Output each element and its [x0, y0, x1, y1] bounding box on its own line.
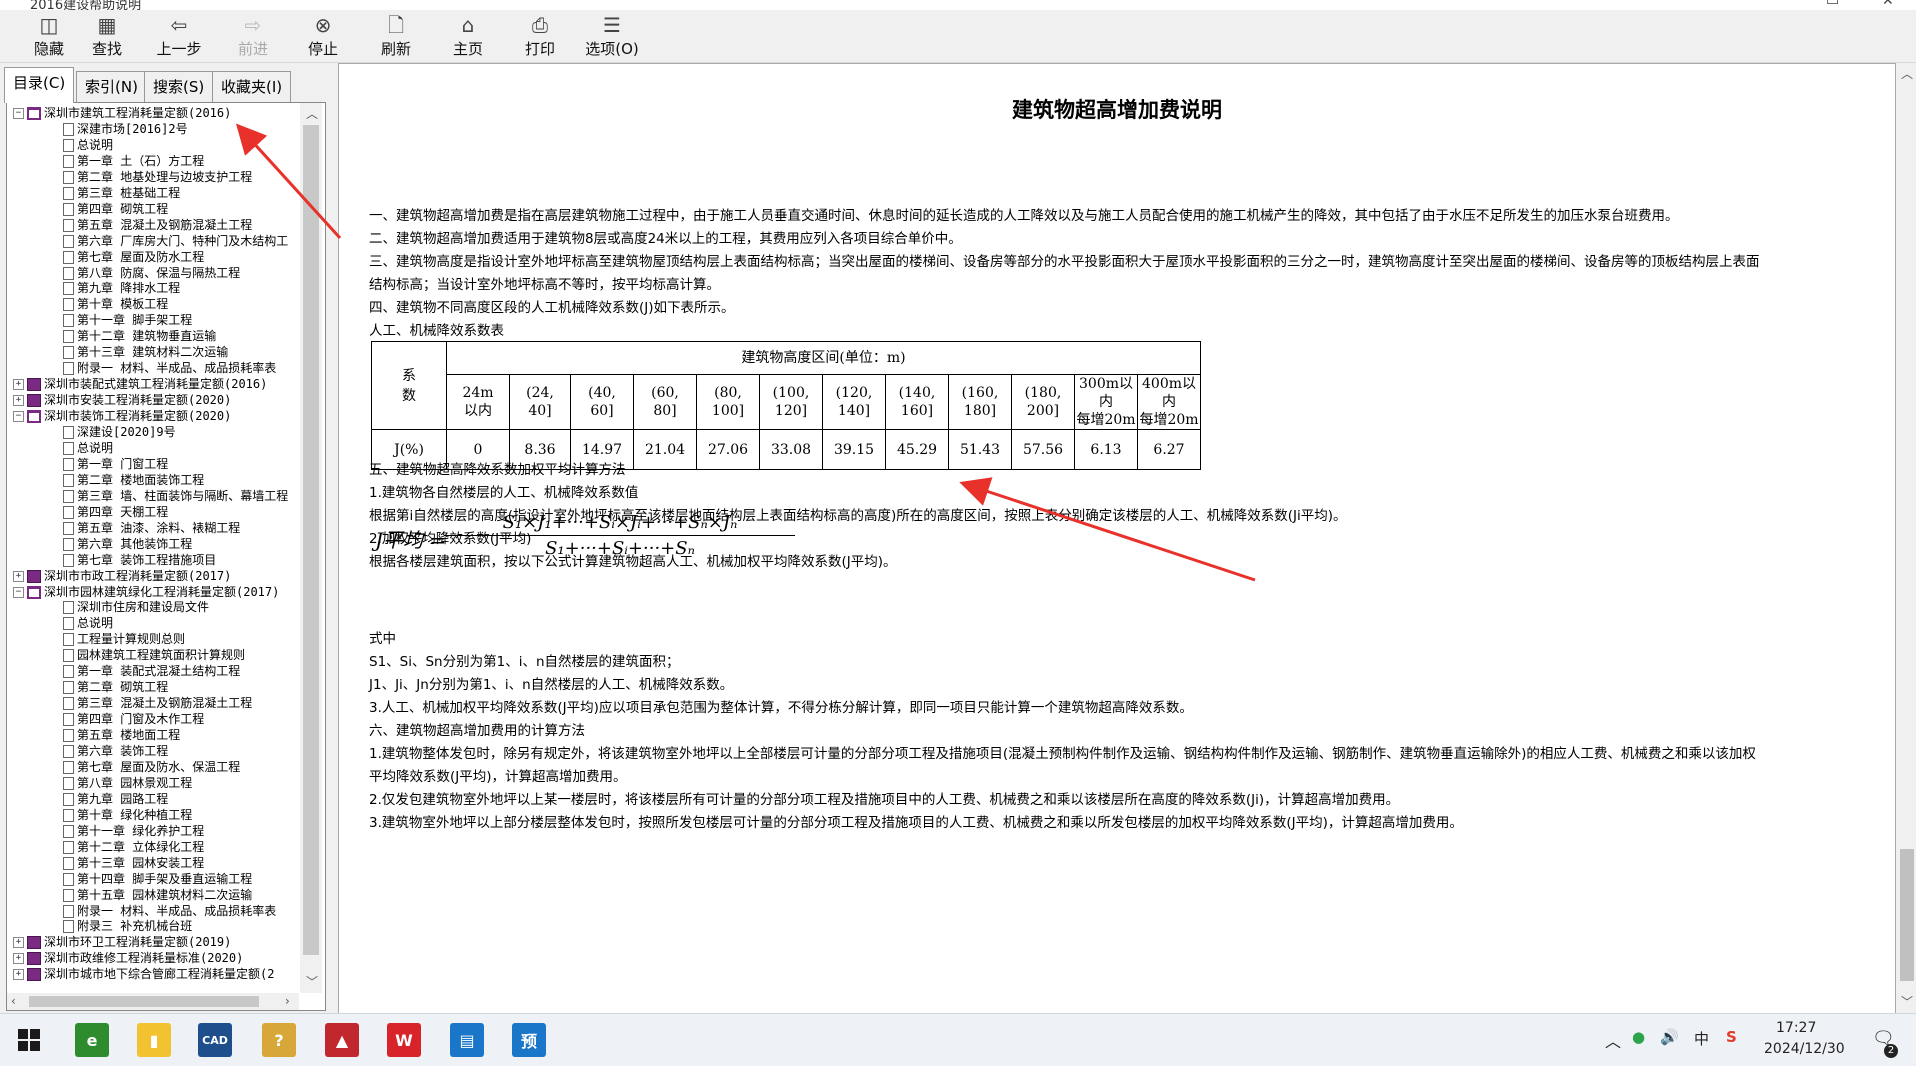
wechat-tray-icon[interactable]: ●	[1632, 1028, 1645, 1046]
wps-icon[interactable]: W	[387, 1023, 421, 1057]
taskbar: e ▮ CAD? ▲ W ▤ 预 ︿ ● 🔊 中 S 17:27 2024/12/30 🗨 …	[0, 1013, 1916, 1066]
file-explorer-icon[interactable]: ▮	[137, 1023, 171, 1057]
sogou-ime-icon[interactable]: S	[1726, 1028, 1737, 1046]
calc-app-icon[interactable]: ▤	[450, 1023, 484, 1057]
ie-icon[interactable]: e	[75, 1023, 109, 1057]
annotation-layer	[235, 123, 1256, 582]
notification-count-badge: 2	[1884, 1044, 1898, 1058]
volume-icon[interactable]: 🔊	[1660, 1028, 1679, 1046]
ime-indicator[interactable]: 中	[1694, 1028, 1709, 1049]
tab-contents[interactable]: 目录(C)	[4, 67, 75, 103]
tray-overflow-icon[interactable]: ︿	[1605, 1028, 1621, 1052]
red-app-icon[interactable]: ▲	[325, 1023, 359, 1057]
annotation-arrow-table	[959, 477, 1256, 582]
start-menu-icon[interactable]	[18, 1029, 40, 1051]
budget-app-icon[interactable]: 预	[512, 1023, 546, 1057]
annotation-arrow-tree	[235, 123, 342, 240]
cad-app-icon[interactable]: CAD	[198, 1023, 232, 1057]
clock-time[interactable]: 17:27	[1776, 1020, 1816, 1036]
clock-date[interactable]: 2024/12/30	[1764, 1041, 1845, 1057]
help-app-icon[interactable]: ?	[262, 1023, 296, 1057]
